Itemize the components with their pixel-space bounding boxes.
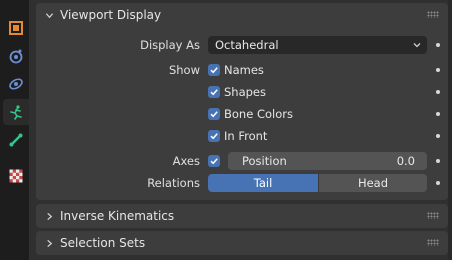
checkmark-icon [210, 133, 218, 140]
keyframe-dot[interactable] [436, 68, 440, 72]
axes-row: Axes Position 0.0 [36, 151, 448, 171]
panel-title: Viewport Display [60, 8, 162, 22]
display-as-value: Octahedral [215, 38, 279, 52]
chevron-right-icon [42, 239, 56, 248]
show-bone-colors-row: Bone Colors [36, 104, 448, 124]
panel-title: Inverse Kinematics [60, 209, 175, 223]
keyframe-dot[interactable] [436, 159, 440, 163]
relations-head-button[interactable]: Head [318, 174, 427, 192]
tab-physics[interactable] [3, 71, 29, 97]
tab-render[interactable] [3, 43, 29, 69]
shapes-checkbox[interactable] [208, 86, 220, 98]
drag-grip-icon[interactable] [427, 212, 439, 219]
axes-position-value: 0.0 [396, 154, 415, 168]
tab-texture[interactable] [3, 163, 29, 189]
chevron-down-icon [42, 11, 56, 20]
in-front-label: In Front [224, 129, 268, 143]
inverse-kinematics-panel: Inverse Kinematics [36, 204, 448, 228]
properties-editor: Viewport Display Display As Octahedral S… [29, 0, 452, 260]
tab-tool[interactable] [3, 15, 29, 41]
selection-sets-header[interactable]: Selection Sets [36, 231, 448, 255]
relations-head-label: Head [357, 176, 389, 190]
show-names-row: Show Names [36, 60, 448, 80]
drag-grip-icon[interactable] [427, 11, 439, 18]
relations-label: Relations [147, 176, 200, 190]
bone-colors-label: Bone Colors [224, 107, 293, 121]
in-front-checkbox[interactable] [208, 130, 220, 142]
display-as-label: Display As [140, 38, 200, 52]
names-label: Names [224, 63, 264, 77]
texture-icon [9, 169, 23, 183]
armature-data-icon [10, 105, 22, 120]
display-as-dropdown[interactable]: Octahedral [208, 36, 427, 54]
shapes-label: Shapes [224, 85, 267, 99]
display-as-row: Display As Octahedral [36, 35, 448, 55]
chevron-down-icon [413, 43, 421, 48]
names-checkbox[interactable] [208, 64, 220, 76]
chevron-right-icon [42, 212, 56, 221]
bone-colors-checkbox[interactable] [208, 108, 220, 120]
checkmark-icon [210, 111, 218, 118]
drag-grip-icon[interactable] [427, 239, 439, 246]
relations-tail-label: Tail [253, 176, 273, 190]
panel-title: Selection Sets [60, 236, 146, 250]
keyframe-dot[interactable] [436, 43, 440, 47]
show-in-front-row: In Front [36, 126, 448, 146]
inverse-kinematics-header[interactable]: Inverse Kinematics [36, 204, 448, 228]
keyframe-dot[interactable] [436, 90, 440, 94]
axes-position-field[interactable]: Position 0.0 [228, 152, 427, 170]
keyframe-dot[interactable] [436, 181, 440, 185]
relations-tail-button[interactable]: Tail [208, 174, 318, 192]
show-shapes-row: Shapes [36, 82, 448, 102]
selection-sets-panel: Selection Sets [36, 231, 448, 255]
render-icon [9, 49, 23, 64]
physics-icon [9, 78, 23, 90]
viewport-display-panel: Viewport Display Display As Octahedral S… [36, 3, 448, 200]
checkmark-icon [210, 89, 218, 96]
show-label: Show [168, 63, 200, 77]
axes-checkbox[interactable] [208, 155, 220, 167]
tab-armature-data[interactable] [3, 99, 29, 125]
bone-icon [9, 133, 23, 147]
scrollbar[interactable] [448, 0, 452, 260]
tab-bone[interactable] [3, 127, 29, 153]
keyframe-dot[interactable] [436, 134, 440, 138]
axes-label: Axes [172, 154, 200, 168]
checkmark-icon [210, 67, 218, 74]
viewport-display-header[interactable]: Viewport Display [36, 3, 448, 27]
properties-tab-bar [3, 0, 29, 260]
axes-position-label: Position [242, 154, 287, 168]
keyframe-dot[interactable] [436, 112, 440, 116]
checkmark-icon [210, 158, 218, 165]
tool-icon [9, 21, 23, 35]
relations-row: Relations Tail Head [36, 173, 448, 193]
